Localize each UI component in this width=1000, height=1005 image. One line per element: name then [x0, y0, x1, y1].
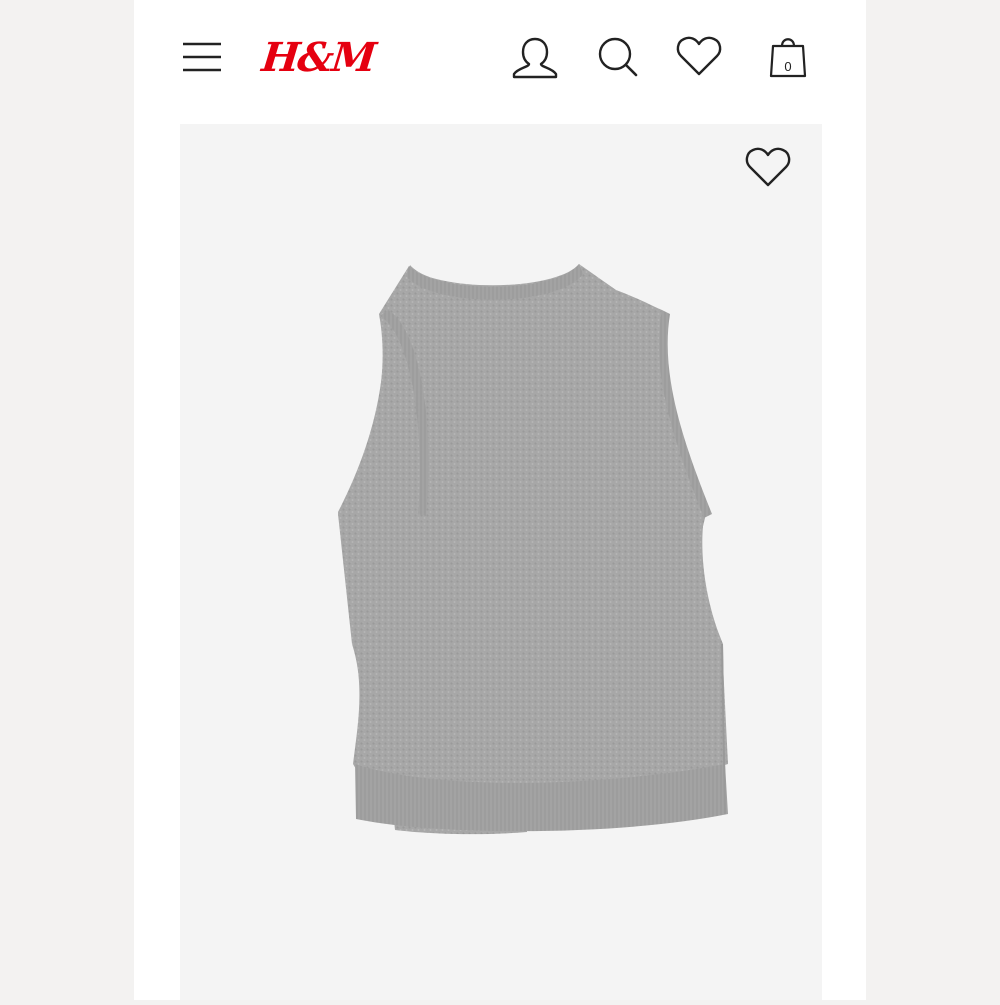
page-margin-left	[0, 0, 134, 1000]
heart-icon[interactable]	[675, 34, 723, 78]
hamburger-menu-icon[interactable]	[181, 41, 223, 73]
user-icon[interactable]	[510, 36, 560, 80]
site-header: H&M 0	[0, 0, 1000, 118]
shopping-bag-icon[interactable]: 0	[768, 34, 808, 80]
hm-logo[interactable]: H&M	[259, 33, 377, 83]
search-icon[interactable]	[596, 34, 640, 78]
bag-count-badge: 0	[784, 59, 792, 74]
add-to-favorites-heart-icon[interactable]	[744, 145, 792, 189]
page-margin-right	[866, 0, 1000, 1000]
product-image[interactable]	[180, 124, 822, 1000]
sweater-vest-image	[338, 264, 728, 835]
